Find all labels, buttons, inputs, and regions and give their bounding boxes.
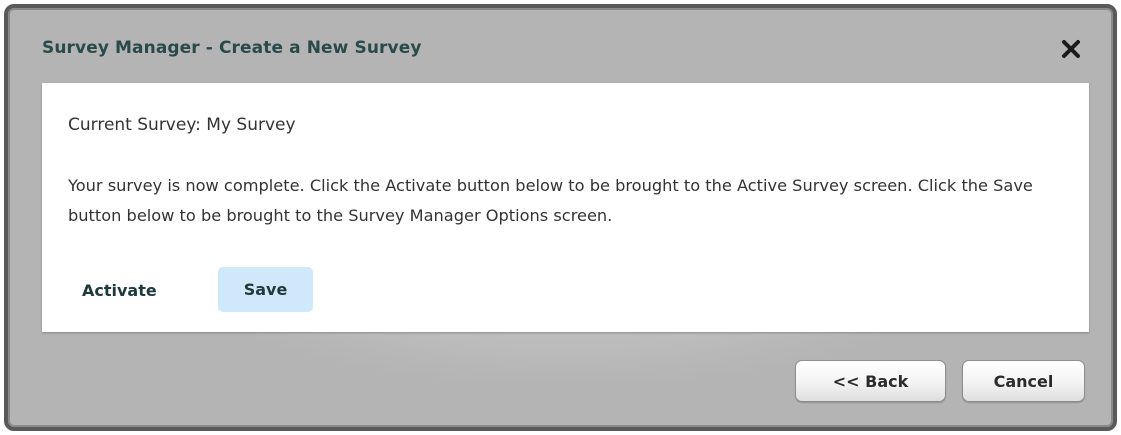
content-panel: Current Survey: My Survey Your survey is…: [42, 83, 1089, 332]
close-icon[interactable]: [1058, 36, 1084, 62]
cancel-button[interactable]: Cancel: [962, 360, 1085, 402]
back-button[interactable]: << Back: [795, 360, 946, 402]
activate-button[interactable]: Activate: [70, 269, 169, 313]
current-survey-label: Current Survey: My Survey: [68, 115, 296, 135]
save-button[interactable]: Save: [218, 267, 313, 312]
completion-message: Your survey is now complete. Click the A…: [68, 176, 1033, 225]
dialog-title: Survey Manager - Create a New Survey: [42, 38, 422, 58]
